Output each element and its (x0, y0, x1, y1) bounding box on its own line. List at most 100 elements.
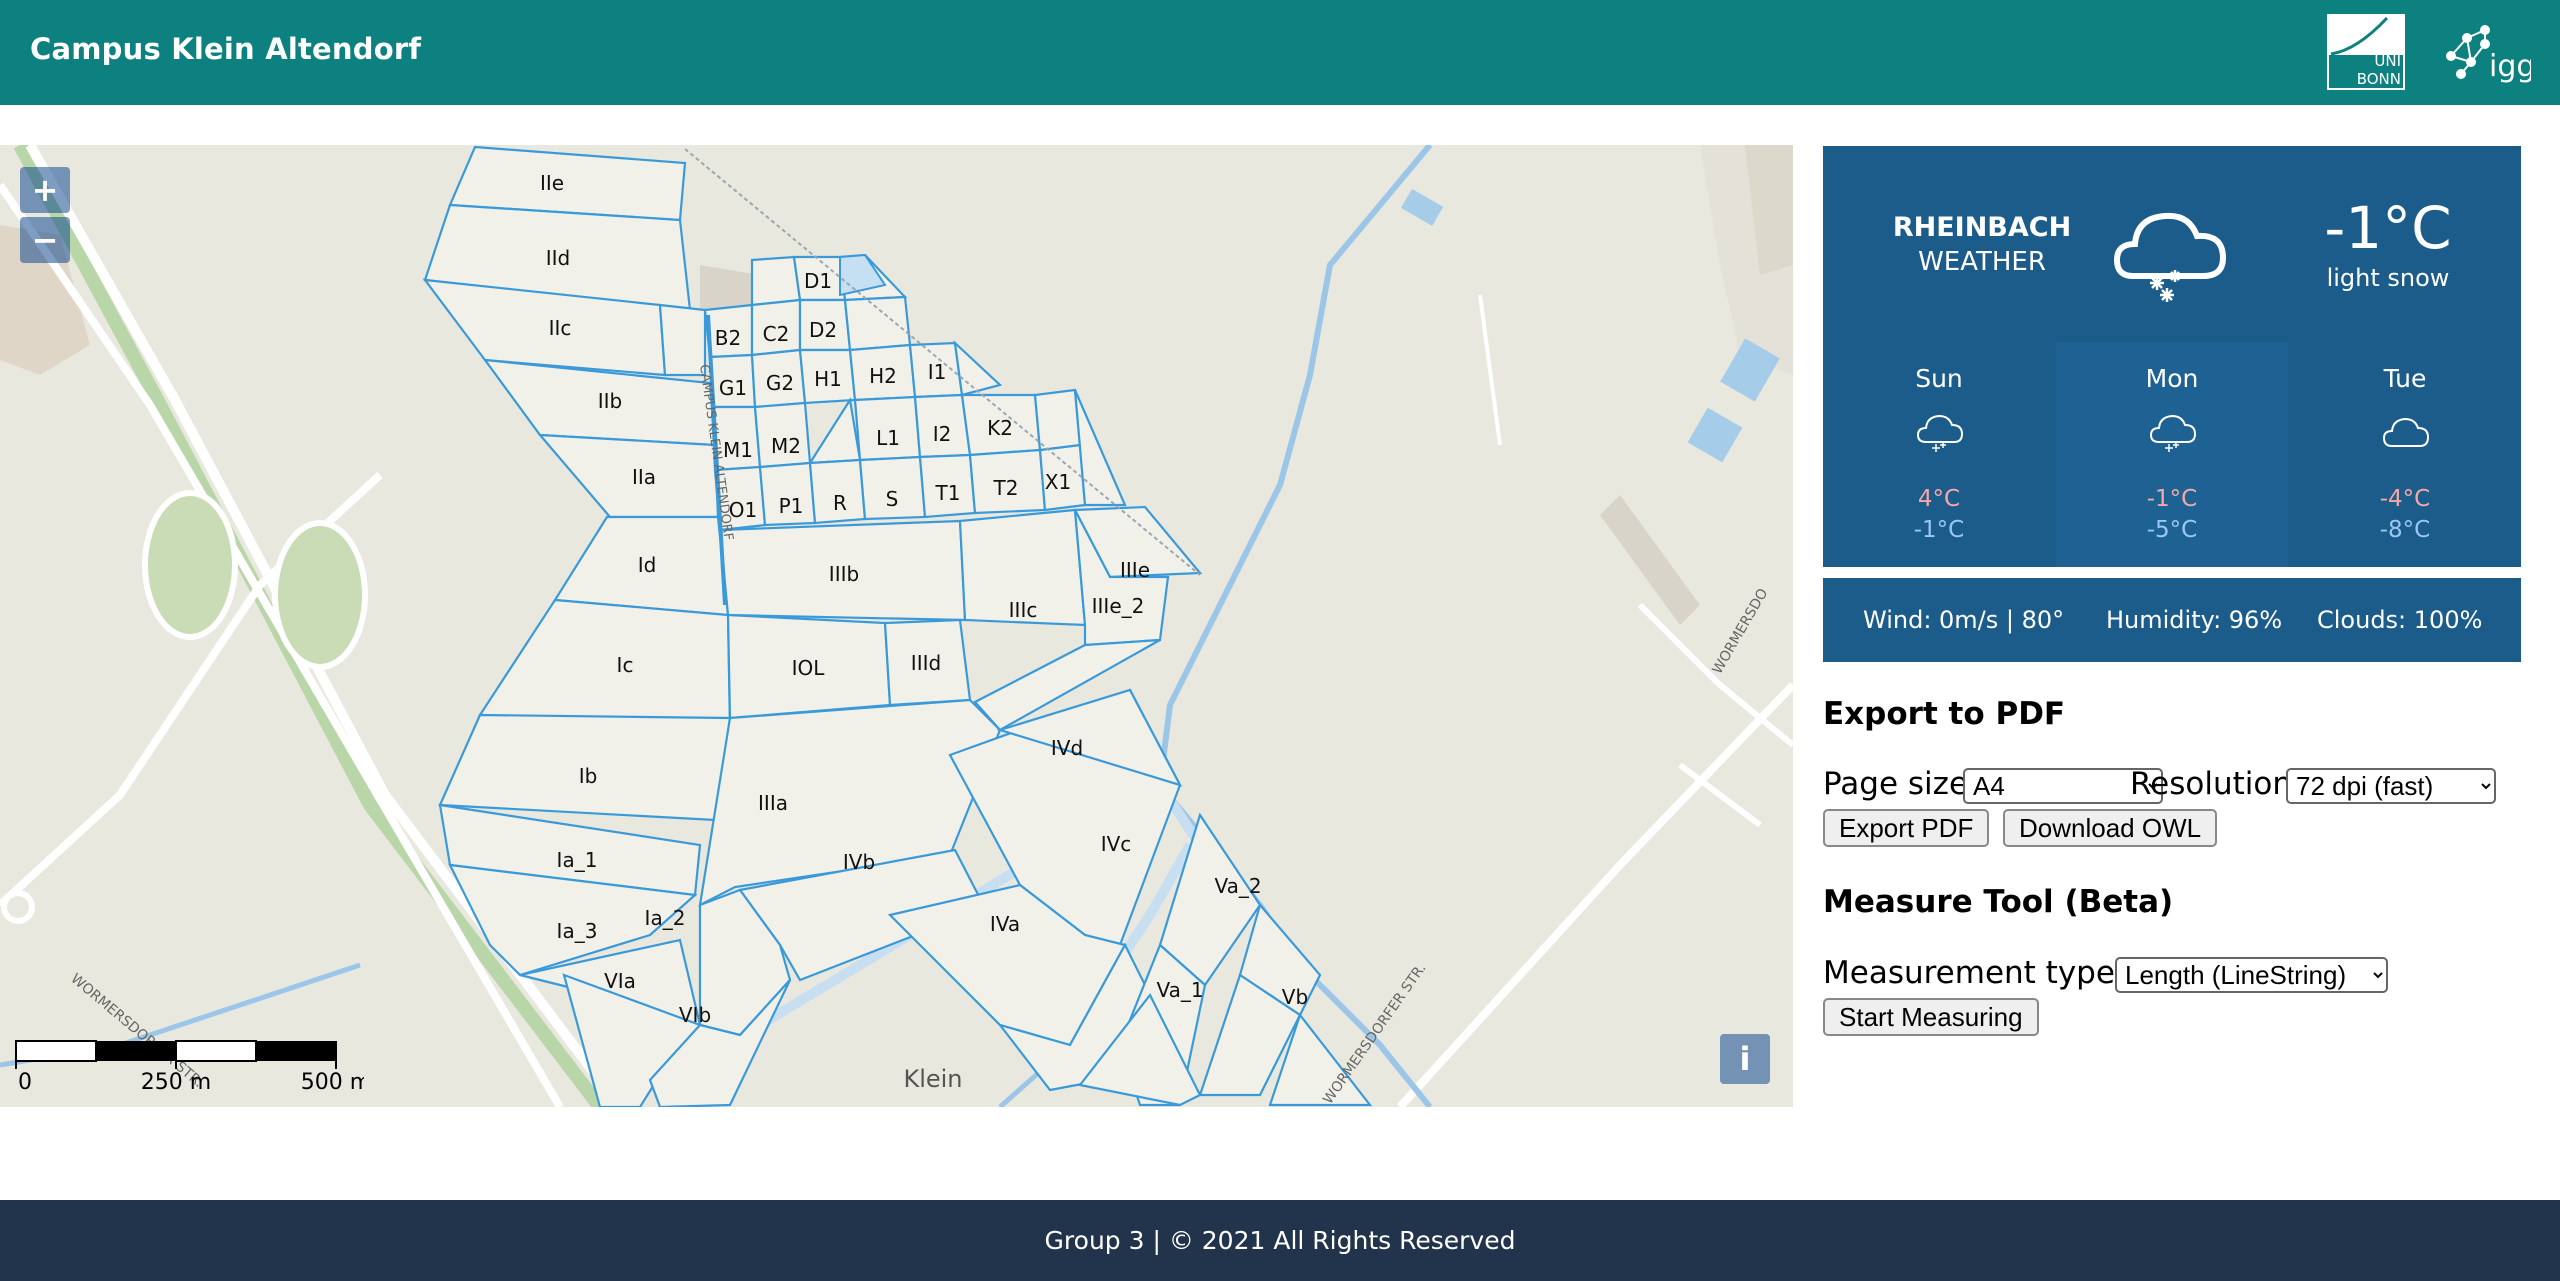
field-label: M2 (771, 434, 801, 458)
weather-subtitle: WEATHER (1918, 247, 2046, 277)
field-label: H2 (869, 364, 897, 388)
header: Campus Klein Altendorf UNI BONN igg (0, 0, 2560, 105)
weather-temperature: -1°C (2324, 194, 2452, 262)
field-label: T2 (993, 476, 1019, 500)
field-label: Vb (1282, 985, 1308, 1009)
weather-city: RHEINBACH (1892, 212, 2072, 243)
zoom-in-button[interactable]: + (20, 167, 70, 213)
forecast-high: -4°C (2379, 486, 2431, 512)
uni-logo-text: UNI (2374, 52, 2401, 70)
field-label: Ia_3 (557, 919, 598, 943)
humidity-text: Humidity: 96% (2106, 606, 2283, 634)
field-label: Ia_2 (645, 906, 686, 930)
measurement-type-label: Measurement type (1823, 955, 2115, 991)
map-info-button[interactable]: i (1720, 1034, 1770, 1084)
forecast-high: -1°C (2146, 486, 2198, 512)
forecast-low: -8°C (2379, 517, 2431, 543)
export-heading: Export to PDF (1823, 696, 2066, 732)
resolution-label: Resolution (2130, 766, 2292, 802)
clouds-text: Clouds: 100% (2317, 606, 2483, 634)
forecast-low: -1°C (1913, 517, 1965, 543)
field-label: IOL (792, 656, 826, 680)
field-label: L1 (876, 426, 900, 450)
field-label: G1 (719, 376, 747, 400)
forecast-day: Tue -4°C -8°C (2289, 342, 2521, 567)
field-label: R (833, 491, 847, 515)
field-label: IVb (843, 850, 875, 874)
field-label: G2 (766, 371, 794, 395)
field-label: Id (638, 553, 657, 577)
export-pdf-button[interactable]: Export PDF (1823, 809, 1990, 847)
weather-forecast: Sun 4°C -1°C Mon -1°C -5°C Tue -4°C -8°C (1823, 342, 2521, 567)
field-label: B2 (715, 326, 741, 350)
page-size-label: Page size (1823, 766, 1969, 802)
field-label: IIIb (829, 562, 859, 586)
zoom-control: + − (20, 167, 70, 269)
igg-logo-text: igg (2489, 49, 2531, 84)
forecast-day: Sun 4°C -1°C (1823, 342, 2055, 567)
cloud-icon (2382, 417, 2430, 447)
forecast-high: 4°C (1917, 486, 1961, 512)
field-label: H1 (814, 367, 842, 391)
field-label: S (886, 487, 899, 511)
igg-logo: igg (2446, 25, 2531, 84)
wind-text: Wind: 0m/s | 80° (1863, 606, 2065, 634)
weather-widget: RHEINBACH WEATHER -1°C light snow Sun 4°… (1823, 146, 2521, 567)
bonn-logo-text: BONN (2357, 70, 2401, 88)
field-label: VIb (679, 1003, 711, 1027)
scale-tick: 0 (18, 1070, 32, 1095)
resolution-select[interactable]: 72 dpi (fast) (2286, 768, 2496, 804)
snow-cloud-icon (2149, 414, 2197, 452)
footer: Group 3 | © 2021 All Rights Reserved (0, 1200, 2560, 1281)
forecast-day: Mon -1°C -5°C (2056, 342, 2288, 567)
field-label: IVa (990, 912, 1020, 936)
field-label: IId (546, 246, 571, 270)
field-label: Ia_1 (557, 848, 598, 872)
field-label: I1 (928, 360, 947, 384)
download-owl-button[interactable]: Download OWL (2003, 809, 2218, 847)
field-label: K2 (987, 416, 1013, 440)
weather-location: RHEINBACH WEATHER (1823, 212, 2141, 277)
field-label: IIb (598, 389, 623, 413)
field-label: Ib (579, 764, 598, 788)
measure-heading: Measure Tool (Beta) (1823, 884, 2174, 920)
footer-text: Group 3 | © 2021 All Rights Reserved (1044, 1226, 1516, 1255)
scale-bar: 0 250 m 500 m (15, 1040, 364, 1095)
field-label: X1 (1045, 470, 1071, 494)
field-label: IIIe (1120, 558, 1150, 582)
field-label: D1 (804, 269, 832, 293)
snow-cloud-icon (2113, 212, 2227, 302)
field-label: IVd (1051, 736, 1083, 760)
measurement-type-select[interactable]: Length (LineString) (2115, 957, 2388, 993)
field-label: P1 (779, 494, 804, 518)
field-label: Va_1 (1156, 978, 1203, 1002)
uni-bonn-logo: UNI BONN (2327, 14, 2405, 90)
field-label: IIe (540, 171, 564, 195)
zoom-out-button[interactable]: − (20, 217, 70, 263)
field-label: I2 (933, 422, 952, 446)
field-label: IIIe_2 (1092, 594, 1145, 618)
field-label: Va_2 (1214, 874, 1261, 898)
field-label: IIc (549, 316, 572, 340)
field-label: VIa (604, 969, 636, 993)
scale-tick: 250 m (141, 1070, 211, 1095)
field-label: IIId (911, 651, 941, 675)
place-label-klein: Klein (903, 1065, 962, 1093)
forecast-day-name: Sun (1915, 364, 1963, 393)
field-label: T1 (935, 481, 961, 505)
forecast-low: -5°C (2146, 517, 2198, 543)
field-label: IIa (632, 465, 656, 489)
snow-cloud-icon (1916, 414, 1964, 452)
map-canvas[interactable]: IIe IId IIc IIb IIa D1 B2 C2 D2 G1 G2 H1… (0, 145, 1793, 1107)
forecast-day-name: Mon (2145, 364, 2199, 393)
forecast-day-name: Tue (2383, 364, 2427, 393)
weather-description: light snow (2326, 264, 2450, 292)
weather-current: -1°C light snow (2268, 194, 2508, 292)
field-label: C2 (763, 322, 790, 346)
site-title: Campus Klein Altendorf (30, 32, 422, 66)
start-measuring-button[interactable]: Start Measuring (1823, 998, 2039, 1036)
scale-tick: 500 m (301, 1070, 364, 1095)
field-label: IIIc (1009, 598, 1038, 622)
map[interactable]: IIe IId IIc IIb IIa D1 B2 C2 D2 G1 G2 H1… (0, 145, 1793, 1107)
field-label: D2 (809, 318, 837, 342)
